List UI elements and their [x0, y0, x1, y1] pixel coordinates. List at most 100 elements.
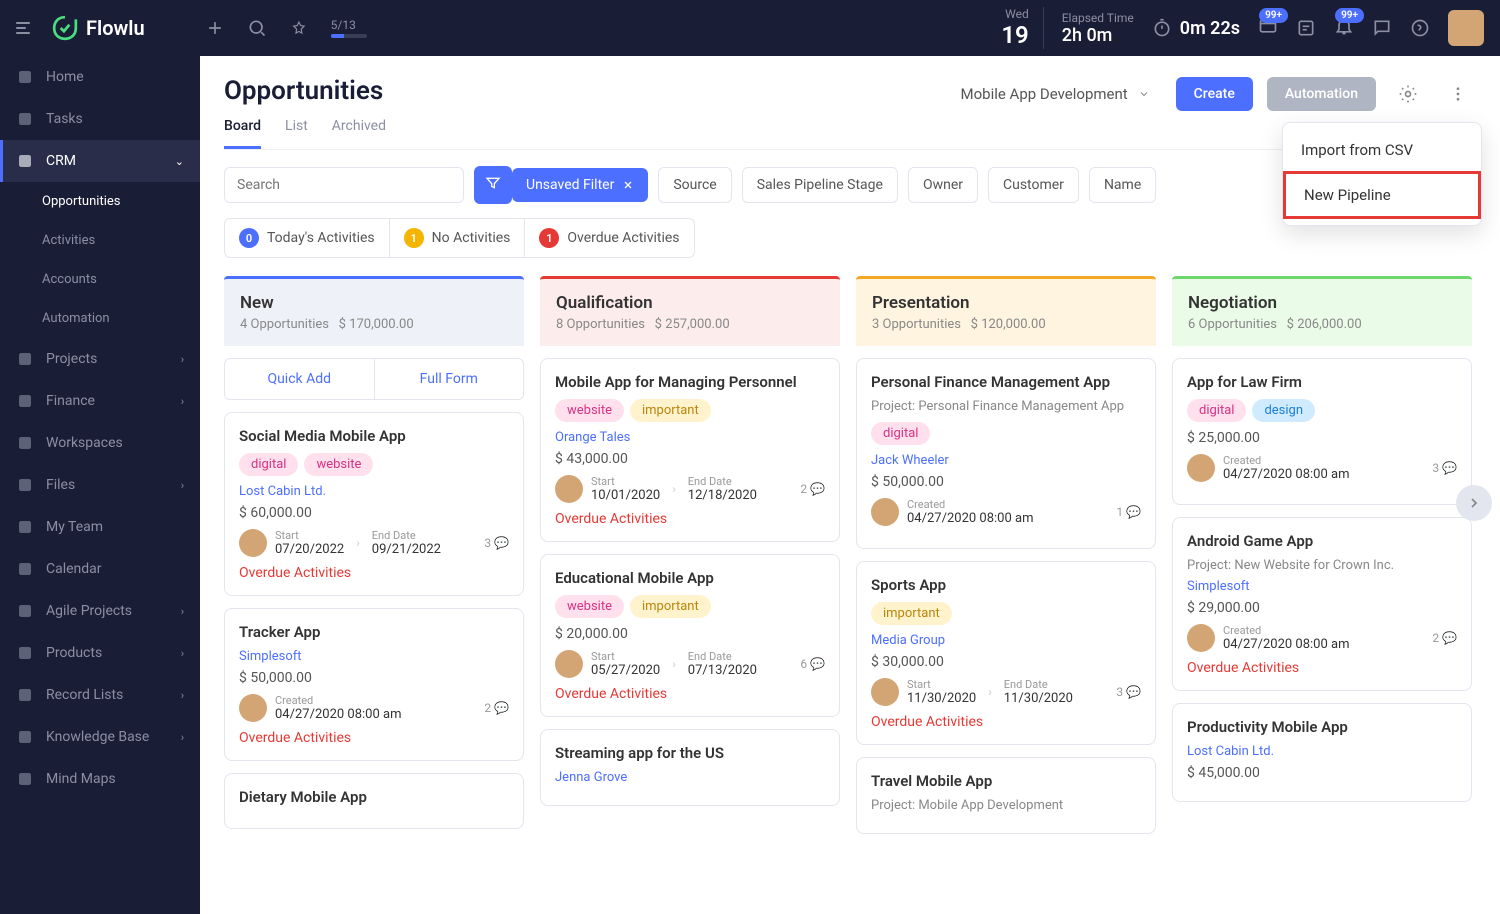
pin-icon[interactable] [289, 18, 309, 38]
search-icon[interactable] [247, 18, 267, 38]
filter-chip-customer[interactable]: Customer [988, 167, 1079, 203]
overdue-indicator[interactable]: Overdue Activities [239, 565, 509, 581]
sidebar-subitem-accounts[interactable]: Accounts [0, 260, 200, 299]
comment-count[interactable]: 2 💬 [484, 701, 509, 715]
comment-count[interactable]: 1 💬 [1116, 505, 1141, 519]
opportunity-card[interactable]: Personal Finance Management AppProject: … [856, 358, 1156, 549]
quick-add-button[interactable]: Quick Add [225, 359, 375, 399]
menu-toggle-icon[interactable] [16, 22, 30, 34]
scroll-right-button[interactable] [1456, 485, 1492, 521]
assignee-avatar[interactable] [555, 475, 583, 503]
comment-count[interactable]: 3 💬 [1116, 685, 1141, 699]
sidebar-subitem-opportunities[interactable]: Opportunities [0, 182, 200, 221]
sidebar-item-files[interactable]: Files› [0, 464, 200, 506]
opportunity-card[interactable]: Android Game AppProject: New Website for… [1172, 517, 1472, 691]
comment-count[interactable]: 3 💬 [1432, 461, 1457, 475]
add-icon[interactable] [205, 18, 225, 38]
activity-filter-overdue-activities[interactable]: 1Overdue Activities [525, 219, 693, 257]
comment-count[interactable]: 6 💬 [800, 657, 825, 671]
assignee-avatar[interactable] [239, 694, 267, 722]
comment-count[interactable]: 2 💬 [800, 482, 825, 496]
column-header[interactable]: Qualification8 Opportunities $ 257,000.0… [540, 276, 840, 346]
sidebar-item-mind-maps[interactable]: Mind Maps [0, 758, 200, 800]
overdue-indicator[interactable]: Overdue Activities [239, 730, 509, 746]
card-link[interactable]: Jenna Grove [555, 770, 825, 785]
assignee-avatar[interactable] [239, 529, 267, 557]
card-link[interactable]: Jack Wheeler [871, 453, 1141, 468]
notes-icon[interactable] [1296, 18, 1316, 38]
activity-filter-today-s-activities[interactable]: 0Today's Activities [225, 219, 390, 257]
assignee-avatar[interactable] [1187, 454, 1215, 482]
column-header[interactable]: Presentation3 Opportunities $ 120,000.00 [856, 276, 1156, 346]
settings-button[interactable] [1390, 76, 1426, 112]
card-link[interactable]: Simplesoft [239, 649, 509, 664]
overdue-indicator[interactable]: Overdue Activities [555, 511, 825, 527]
assignee-avatar[interactable] [871, 498, 899, 526]
sidebar-item-finance[interactable]: Finance› [0, 380, 200, 422]
dropdown-item-new-pipeline[interactable]: New Pipeline [1283, 171, 1481, 219]
tag[interactable]: website [555, 399, 624, 422]
help-icon[interactable] [1410, 18, 1430, 38]
filter-funnel-button[interactable] [474, 166, 512, 204]
opportunity-card[interactable]: Dietary Mobile App [224, 773, 524, 829]
activity-filter-no-activities[interactable]: 1No Activities [390, 219, 526, 257]
user-avatar[interactable] [1448, 10, 1484, 46]
column-header[interactable]: New4 Opportunities $ 170,000.00 [224, 276, 524, 346]
opportunity-card[interactable]: App for Law Firmdigitaldesign$ 25,000.00… [1172, 358, 1472, 505]
tab-archived[interactable]: Archived [332, 118, 386, 149]
more-button[interactable] [1440, 76, 1476, 112]
unsaved-filter-chip[interactable]: Unsaved Filter [512, 168, 648, 202]
filter-chip-name[interactable]: Name [1089, 167, 1156, 203]
sidebar-subitem-automation[interactable]: Automation [0, 299, 200, 338]
full-form-button[interactable]: Full Form [375, 359, 524, 399]
card-link[interactable]: Orange Tales [555, 430, 825, 445]
tag[interactable]: important [630, 595, 711, 618]
dropdown-item-import-from-csv[interactable]: Import from CSV [1283, 129, 1481, 171]
close-icon[interactable] [622, 179, 634, 191]
card-link[interactable]: Simplesoft [1187, 579, 1457, 594]
card-link[interactable]: Lost Cabin Ltd. [1187, 744, 1457, 759]
sidebar-item-record-lists[interactable]: Record Lists› [0, 674, 200, 716]
tag[interactable]: important [630, 399, 711, 422]
sidebar-item-projects[interactable]: Projects› [0, 338, 200, 380]
opportunity-card[interactable]: Productivity Mobile AppLost Cabin Ltd.$ … [1172, 703, 1472, 802]
search-input[interactable] [224, 167, 464, 203]
brand-logo[interactable]: Flowlu [52, 15, 145, 41]
column-header[interactable]: Negotiation6 Opportunities $ 206,000.00 [1172, 276, 1472, 346]
create-button[interactable]: Create [1176, 77, 1253, 111]
sidebar-item-calendar[interactable]: Calendar [0, 548, 200, 590]
assignee-avatar[interactable] [555, 650, 583, 678]
sidebar-item-crm[interactable]: CRM⌄ [0, 140, 200, 182]
chat-icon[interactable] [1372, 18, 1392, 38]
sidebar-subitem-activities[interactable]: Activities [0, 221, 200, 260]
onboarding-progress[interactable]: 5/13 [331, 18, 367, 38]
sidebar-item-workspaces[interactable]: Workspaces [0, 422, 200, 464]
sidebar-item-agile-projects[interactable]: Agile Projects› [0, 590, 200, 632]
pipeline-selector[interactable]: Mobile App Development [949, 77, 1162, 111]
date-widget[interactable]: Wed 19 [1001, 7, 1043, 49]
opportunity-card[interactable]: Social Media Mobile AppdigitalwebsiteLos… [224, 412, 524, 596]
overdue-indicator[interactable]: Overdue Activities [871, 714, 1141, 730]
tab-list[interactable]: List [285, 118, 308, 149]
opportunity-card[interactable]: Educational Mobile Appwebsiteimportant$ … [540, 554, 840, 717]
opportunity-card[interactable]: Streaming app for the USJenna Grove [540, 729, 840, 806]
tag[interactable]: website [304, 453, 373, 476]
card-link[interactable]: Media Group [871, 633, 1141, 648]
opportunity-card[interactable]: Sports AppimportantMedia Group$ 30,000.0… [856, 561, 1156, 745]
assignee-avatar[interactable] [871, 678, 899, 706]
sidebar-item-knowledge-base[interactable]: Knowledge Base› [0, 716, 200, 758]
tag[interactable]: important [871, 602, 952, 625]
tag[interactable]: digital [239, 453, 298, 476]
tag[interactable]: website [555, 595, 624, 618]
tag[interactable]: design [1252, 399, 1315, 422]
filter-chip-sales-pipeline-stage[interactable]: Sales Pipeline Stage [742, 167, 898, 203]
card-link[interactable]: Lost Cabin Ltd. [239, 484, 509, 499]
timer-widget[interactable]: 0m 22s [1152, 18, 1258, 39]
tab-board[interactable]: Board [224, 118, 261, 149]
overdue-indicator[interactable]: Overdue Activities [555, 686, 825, 702]
opportunity-card[interactable]: Tracker AppSimplesoft$ 50,000.00Created0… [224, 608, 524, 761]
opportunity-card[interactable]: Travel Mobile AppProject: Mobile App Dev… [856, 757, 1156, 834]
comment-count[interactable]: 2 💬 [1432, 631, 1457, 645]
inbox-button[interactable]: 99+ [1258, 16, 1278, 40]
sidebar-item-tasks[interactable]: Tasks [0, 98, 200, 140]
